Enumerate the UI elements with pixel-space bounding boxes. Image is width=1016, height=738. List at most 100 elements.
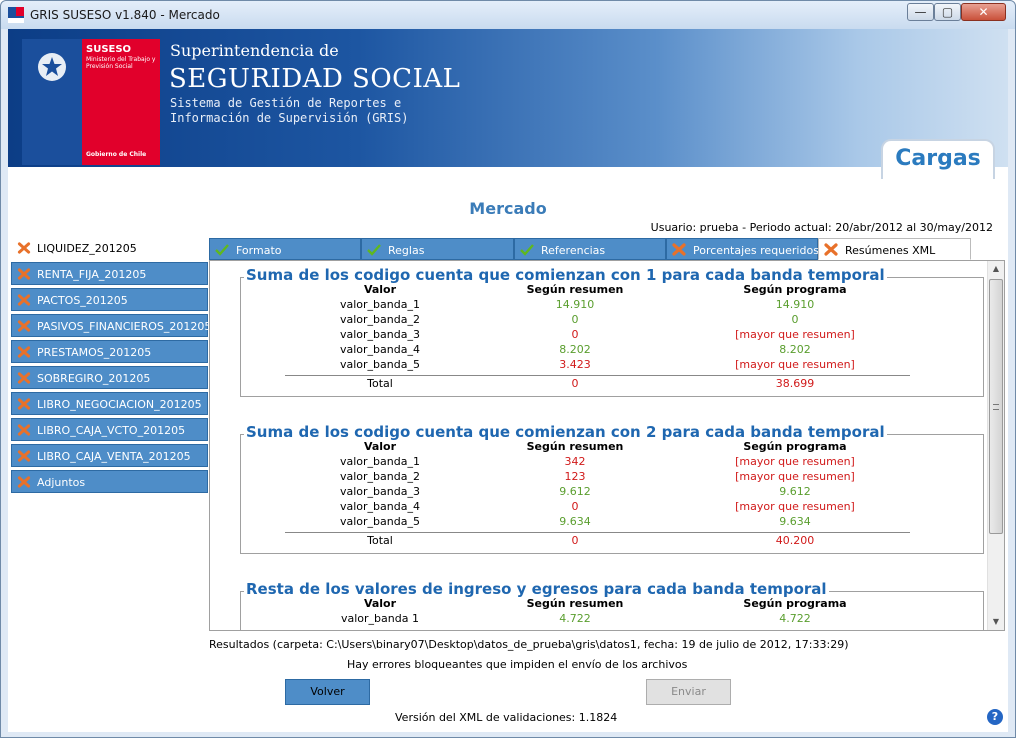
- value-cell: valor_banda_3: [340, 485, 420, 498]
- programa-cell: 8.202: [779, 343, 811, 356]
- header-banner: SUSESO Ministerio del Trabajo y Previsió…: [8, 29, 1008, 177]
- error-x-icon: [672, 243, 686, 256]
- error-x-icon: [17, 476, 31, 488]
- sidebar-item-label: LIBRO_NEGOCIACION_201205: [37, 398, 202, 411]
- total-separator: [285, 375, 910, 376]
- sidebar-item[interactable]: Adjuntos: [11, 470, 208, 493]
- sidebar-item[interactable]: PRESTAMOS_201205: [11, 340, 208, 363]
- gris-app-icon: [8, 7, 24, 23]
- table-row: valor_banda_4 0 [mayor que resumen]: [240, 500, 984, 515]
- value-cell: Valor: [363, 597, 397, 610]
- resumen-cell: 14.910: [555, 298, 595, 311]
- xml-version-info: Versión del XML de validaciones: 1.1824: [395, 711, 618, 724]
- tab-reglas[interactable]: Reglas: [361, 238, 514, 260]
- sidebar-item-label: RENTA_FIJA_201205: [37, 268, 147, 281]
- resumen-cell: 8.202: [559, 343, 591, 356]
- sidebar-item[interactable]: LIBRO_CAJA_VCTO_201205: [11, 418, 208, 441]
- table-row: valor_banda_5 9.634 9.634: [240, 515, 984, 530]
- error-x-icon: [824, 243, 838, 256]
- vertical-scrollbar[interactable]: ▲ ▼: [987, 261, 1004, 630]
- results-panel[interactable]: ▲ ▼ Suma de los codigo cuenta que comien…: [209, 260, 1005, 631]
- value-cell: valor_banda_5: [340, 358, 420, 371]
- table-row: valor_banda_4 8.202 8.202: [240, 343, 984, 358]
- resumen-cell: Según resumen: [526, 440, 624, 453]
- programa-cell: 9.612: [779, 485, 811, 498]
- section-title: Suma de los codigo cuenta que comienzan …: [244, 266, 887, 284]
- resumen-cell: 0: [571, 313, 579, 326]
- sidebar-item[interactable]: RENTA_FIJA_201205: [11, 262, 208, 285]
- programa-cell: [mayor que resumen]: [735, 328, 855, 341]
- value-cell: Valor: [363, 283, 397, 296]
- resumen-cell: 0: [571, 328, 579, 341]
- banner-stripe: [8, 167, 1008, 177]
- close-button[interactable]: ✕: [961, 3, 1006, 21]
- table-header-row: Valor Según resumen Según programa: [240, 283, 984, 298]
- programa-cell: 40.200: [775, 534, 815, 547]
- programa-cell: 38.699: [775, 377, 815, 390]
- app-window: GRIS SUSESO v1.840 - Mercado — ▢ ✕ SUSES…: [0, 0, 1016, 738]
- tab-label: Referencias: [541, 244, 606, 257]
- tab-cargas[interactable]: Cargas: [881, 139, 995, 179]
- table-row: valor_banda_5 3.423 [mayor que resumen]: [240, 358, 984, 373]
- total-separator: [285, 532, 910, 533]
- tab-formato[interactable]: Formato: [209, 238, 361, 260]
- sidebar-item-label: PRESTAMOS_201205: [37, 346, 152, 359]
- volver-button[interactable]: Volver: [285, 679, 370, 705]
- tab-porcentajes-requeridos[interactable]: Porcentajes requeridos: [666, 238, 819, 260]
- sidebar-item[interactable]: LIBRO_NEGOCIACION_201205: [11, 392, 208, 415]
- summary-section: Resta de los valores de ingreso y egreso…: [240, 580, 984, 630]
- table-row: valor_banda_2 0 0: [240, 313, 984, 328]
- title-bar[interactable]: GRIS SUSESO v1.840 - Mercado — ▢ ✕: [1, 1, 1015, 29]
- banner-sistema-line2: Información de Supervisión (GRIS): [170, 111, 409, 125]
- error-x-icon: [17, 346, 31, 358]
- tab-referencias[interactable]: Referencias: [514, 238, 666, 260]
- results-info: Resultados (carpeta: C:\Users\binary07\D…: [209, 638, 849, 651]
- sidebar-item-label: LIBRO_CAJA_VENTA_201205: [37, 450, 191, 463]
- resumen-cell: Según resumen: [526, 283, 624, 296]
- help-icon[interactable]: ?: [987, 709, 1003, 725]
- banner-superintendencia: Superintendencia de: [170, 41, 339, 60]
- sidebar-item[interactable]: PASIVOS_FINANCIEROS_201205: [11, 314, 211, 337]
- programa-cell: [mayor que resumen]: [735, 455, 855, 468]
- minimize-button[interactable]: —: [907, 3, 934, 21]
- page-title: Mercado: [469, 199, 547, 218]
- maximize-button[interactable]: ▢: [934, 3, 961, 21]
- value-cell: valor_banda_3: [340, 328, 420, 341]
- resumen-cell: 3.423: [559, 358, 591, 371]
- value-cell: Total: [367, 377, 393, 390]
- sidebar-item[interactable]: PACTOS_201205: [11, 288, 208, 311]
- value-cell: valor_banda_4: [340, 343, 420, 356]
- scroll-down-icon[interactable]: ▼: [988, 614, 1004, 630]
- table-row: valor_banda_3 0 [mayor que resumen]: [240, 328, 984, 343]
- logo-name: SUSESO: [86, 44, 132, 55]
- value-cell: valor_banda_2: [340, 470, 420, 483]
- sidebar-item[interactable]: LIBRO_CAJA_VENTA_201205: [11, 444, 208, 467]
- table-row: Total 0 38.699: [240, 377, 984, 392]
- enviar-button[interactable]: Enviar: [646, 679, 731, 705]
- window-title: GRIS SUSESO v1.840 - Mercado: [30, 8, 220, 22]
- resumen-cell: Según resumen: [526, 597, 624, 610]
- resumen-cell: 4.722: [559, 612, 591, 625]
- sidebar-item[interactable]: LIQUIDEZ_201205: [11, 236, 208, 259]
- scroll-up-icon[interactable]: ▲: [988, 261, 1004, 277]
- value-cell: valor_banda_5: [340, 515, 420, 528]
- value-cell: valor_banda 1: [341, 612, 419, 625]
- banner-seguridad-social: SEGURIDAD SOCIAL: [169, 64, 461, 94]
- resumen-cell: 342: [564, 455, 586, 468]
- table-row: valor_banda 1 4.722 4.722: [240, 612, 984, 627]
- tab-label: Porcentajes requeridos: [693, 244, 819, 257]
- logo-blue-band: [22, 39, 82, 165]
- table-row: valor_banda_3 9.612 9.612: [240, 485, 984, 500]
- client-area: SUSESO Ministerio del Trabajo y Previsió…: [8, 29, 1008, 732]
- sidebar-item-label: SOBREGIRO_201205: [37, 372, 151, 385]
- tab-label: Formato: [236, 244, 282, 257]
- blocking-error-message: Hay errores bloqueantes que impiden el e…: [347, 658, 688, 671]
- sidebar-item[interactable]: SOBREGIRO_201205: [11, 366, 208, 389]
- table-row: valor_banda_2 123 [mayor que resumen]: [240, 470, 984, 485]
- logo-ministry: Ministerio del Trabajo y Previsión Socia…: [86, 56, 156, 70]
- programa-cell: Según programa: [743, 440, 847, 453]
- error-x-icon: [17, 268, 31, 280]
- programa-cell: [mayor que resumen]: [735, 470, 855, 483]
- scroll-thumb[interactable]: [989, 279, 1003, 534]
- tab-res-menes-xml[interactable]: Resúmenes XML: [818, 238, 971, 260]
